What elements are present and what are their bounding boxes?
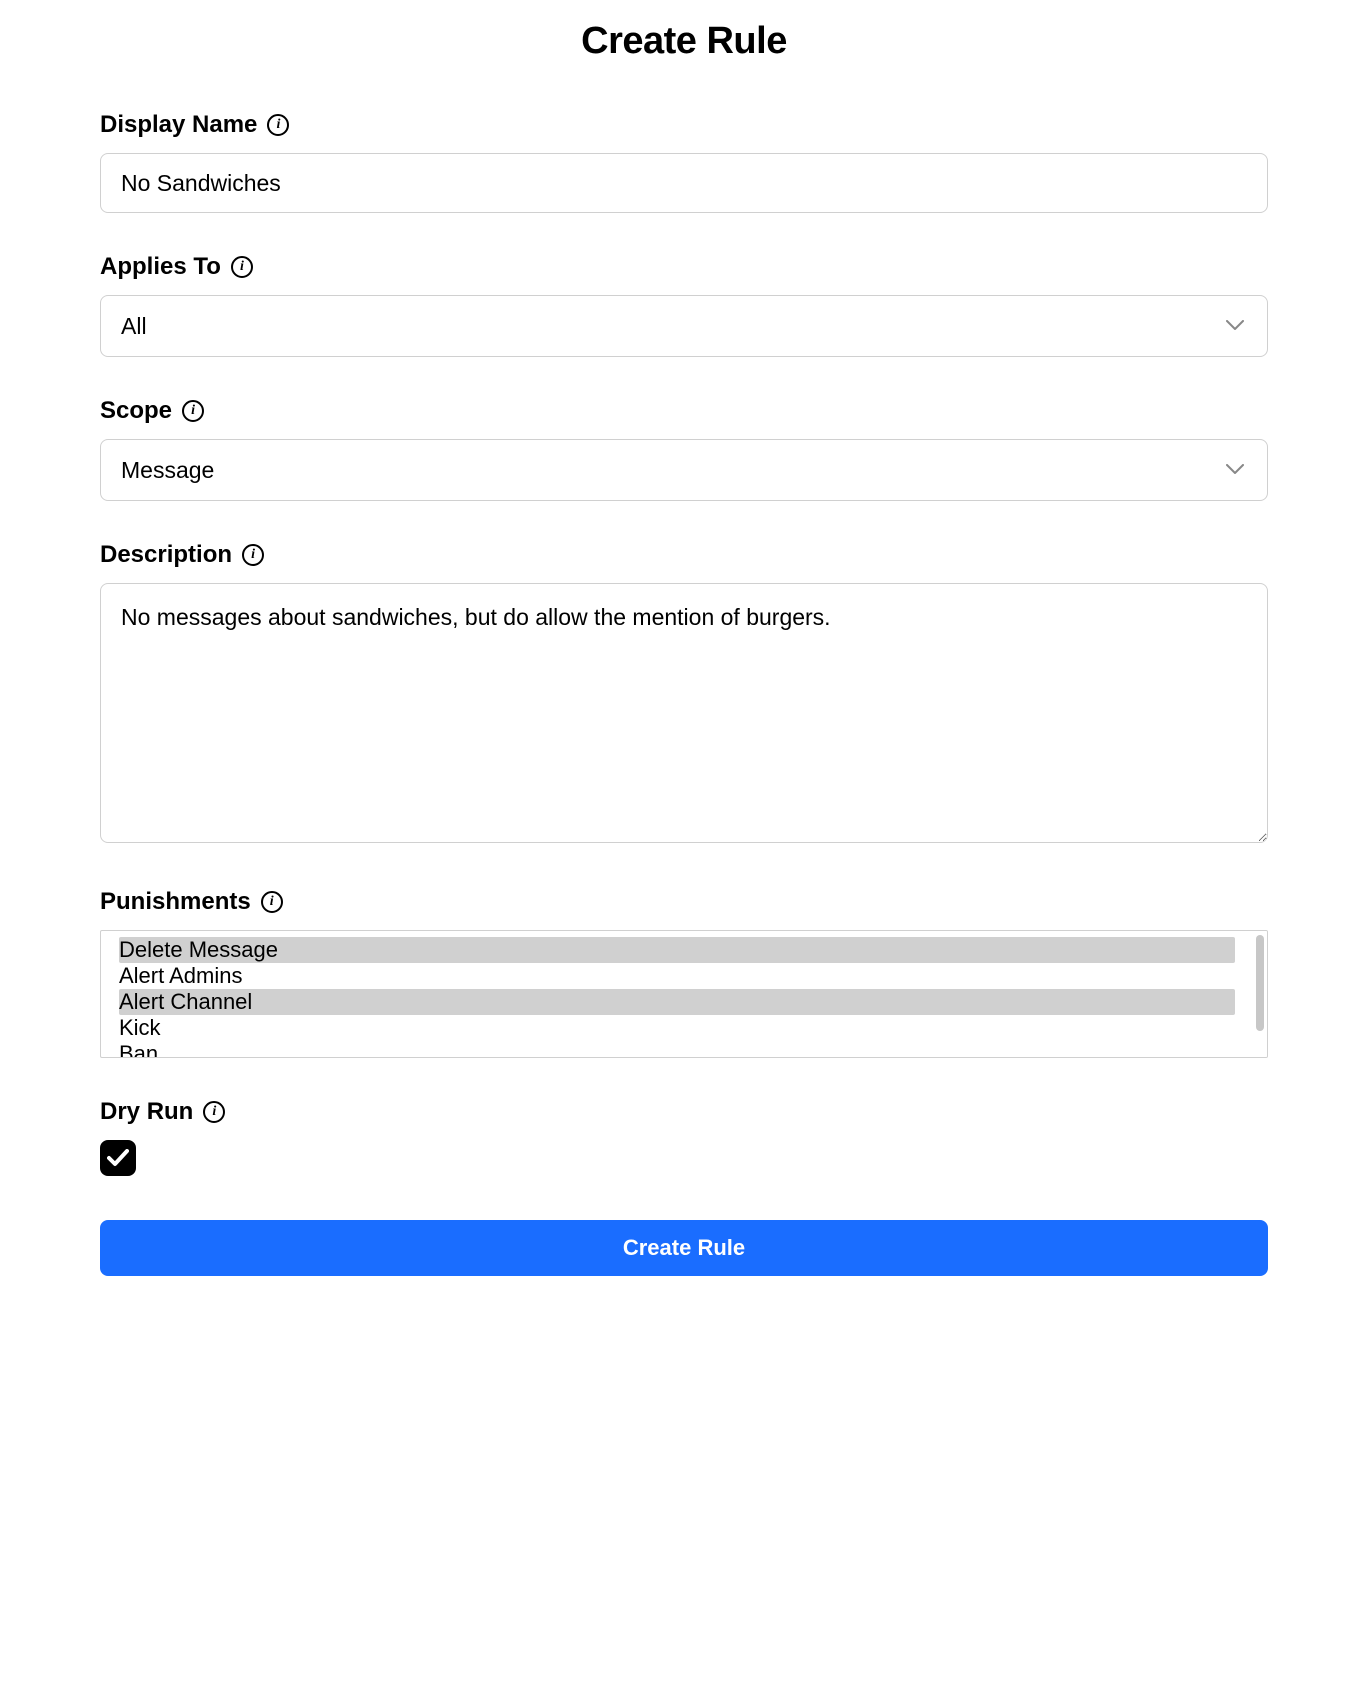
punishment-option[interactable]: Delete Message: [119, 937, 1235, 963]
dry-run-checkbox[interactable]: [100, 1140, 136, 1176]
scope-field-group: Scope i Message: [100, 397, 1268, 501]
scope-label: Scope: [100, 397, 172, 425]
dry-run-label: Dry Run: [100, 1098, 193, 1126]
page-title: Create Rule: [100, 20, 1268, 63]
info-icon[interactable]: i: [242, 544, 264, 566]
display-name-field-group: Display Name i: [100, 111, 1268, 213]
punishments-label: Punishments: [100, 888, 251, 916]
info-icon[interactable]: i: [203, 1101, 225, 1123]
punishments-field-group: Punishments i Delete MessageAlert Admins…: [100, 888, 1268, 1058]
description-label: Description: [100, 541, 232, 569]
scrollbar-thumb[interactable]: [1256, 935, 1264, 1031]
punishment-option[interactable]: Ban: [119, 1041, 1235, 1057]
create-rule-button[interactable]: Create Rule: [100, 1220, 1268, 1276]
info-icon[interactable]: i: [261, 891, 283, 913]
punishment-option[interactable]: Kick: [119, 1015, 1235, 1041]
info-icon[interactable]: i: [231, 256, 253, 278]
dry-run-field-group: Dry Run i: [100, 1098, 1268, 1176]
punishments-multiselect[interactable]: Delete MessageAlert AdminsAlert ChannelK…: [100, 930, 1268, 1058]
applies-to-select[interactable]: All: [100, 295, 1268, 357]
info-icon[interactable]: i: [267, 114, 289, 136]
info-icon[interactable]: i: [182, 400, 204, 422]
scope-select[interactable]: Message: [100, 439, 1268, 501]
scrollbar[interactable]: [1253, 931, 1267, 1057]
display-name-input[interactable]: [100, 153, 1268, 213]
check-icon: [107, 1149, 129, 1167]
punishment-option[interactable]: Alert Admins: [119, 963, 1235, 989]
punishment-option[interactable]: Alert Channel: [119, 989, 1235, 1015]
applies-to-label: Applies To: [100, 253, 221, 281]
display-name-label: Display Name: [100, 111, 257, 139]
applies-to-field-group: Applies To i All: [100, 253, 1268, 357]
description-textarea[interactable]: No messages about sandwiches, but do all…: [100, 583, 1268, 843]
description-field-group: Description i No messages about sandwich…: [100, 541, 1268, 848]
